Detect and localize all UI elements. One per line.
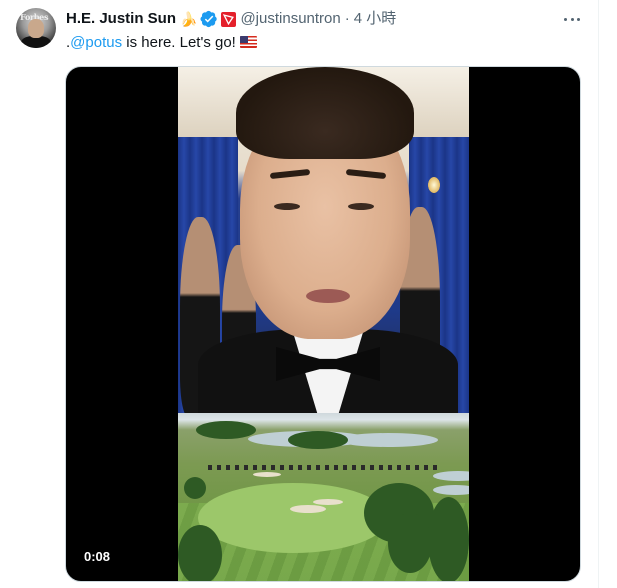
tweet-timestamp[interactable]: 4 小時 — [354, 9, 397, 29]
video-player[interactable]: 0:08 — [65, 66, 581, 582]
header-separator: · — [344, 10, 350, 27]
tweet-header: H.E. Justin Sun 🍌 @justinsuntron · 4 小時 — [66, 9, 396, 29]
tree-small — [184, 477, 206, 499]
left-eye — [274, 203, 300, 210]
text-body: is here. Let's go! — [122, 34, 236, 51]
tree-cluster-1 — [196, 421, 256, 439]
banana-emoji-icon: 🍌 — [180, 11, 198, 27]
right-eye — [348, 203, 374, 210]
video-duration: 0:08 — [84, 549, 111, 564]
bunker-3 — [313, 499, 343, 505]
author-handle[interactable]: @justinsuntron — [240, 9, 340, 29]
mouth — [306, 289, 350, 303]
video-frame-golf-course — [178, 413, 469, 581]
tweet-text: .@potus is here. Let's go! — [66, 33, 257, 53]
verified-badge-icon[interactable] — [200, 10, 218, 28]
cart-line — [208, 465, 438, 470]
us-flag-icon — [239, 36, 257, 48]
tree-right — [388, 513, 432, 573]
hair — [236, 67, 414, 159]
tree-left — [178, 525, 222, 581]
more-dots-icon[interactable] — [562, 10, 582, 28]
tron-affiliate-badge-icon[interactable] — [221, 11, 237, 27]
pond-2 — [338, 433, 438, 447]
fairway — [198, 483, 388, 553]
video-frame-selfie — [178, 67, 469, 413]
tree-cluster-2 — [288, 431, 348, 449]
avatar-face — [28, 19, 44, 38]
author-name[interactable]: H.E. Justin Sun — [66, 9, 176, 29]
pond-3 — [433, 471, 469, 481]
bunker-2 — [290, 505, 326, 513]
avatar[interactable]: Forbes — [16, 8, 56, 48]
lamp — [428, 177, 440, 193]
tweet-card[interactable]: Forbes H.E. Justin Sun 🍌 @justinsuntron … — [0, 0, 617, 588]
tree-far-right — [428, 497, 469, 581]
mention-link[interactable]: @potus — [70, 34, 122, 51]
bunker-1 — [253, 472, 281, 477]
pond-4 — [433, 485, 469, 495]
column-divider — [598, 0, 599, 588]
